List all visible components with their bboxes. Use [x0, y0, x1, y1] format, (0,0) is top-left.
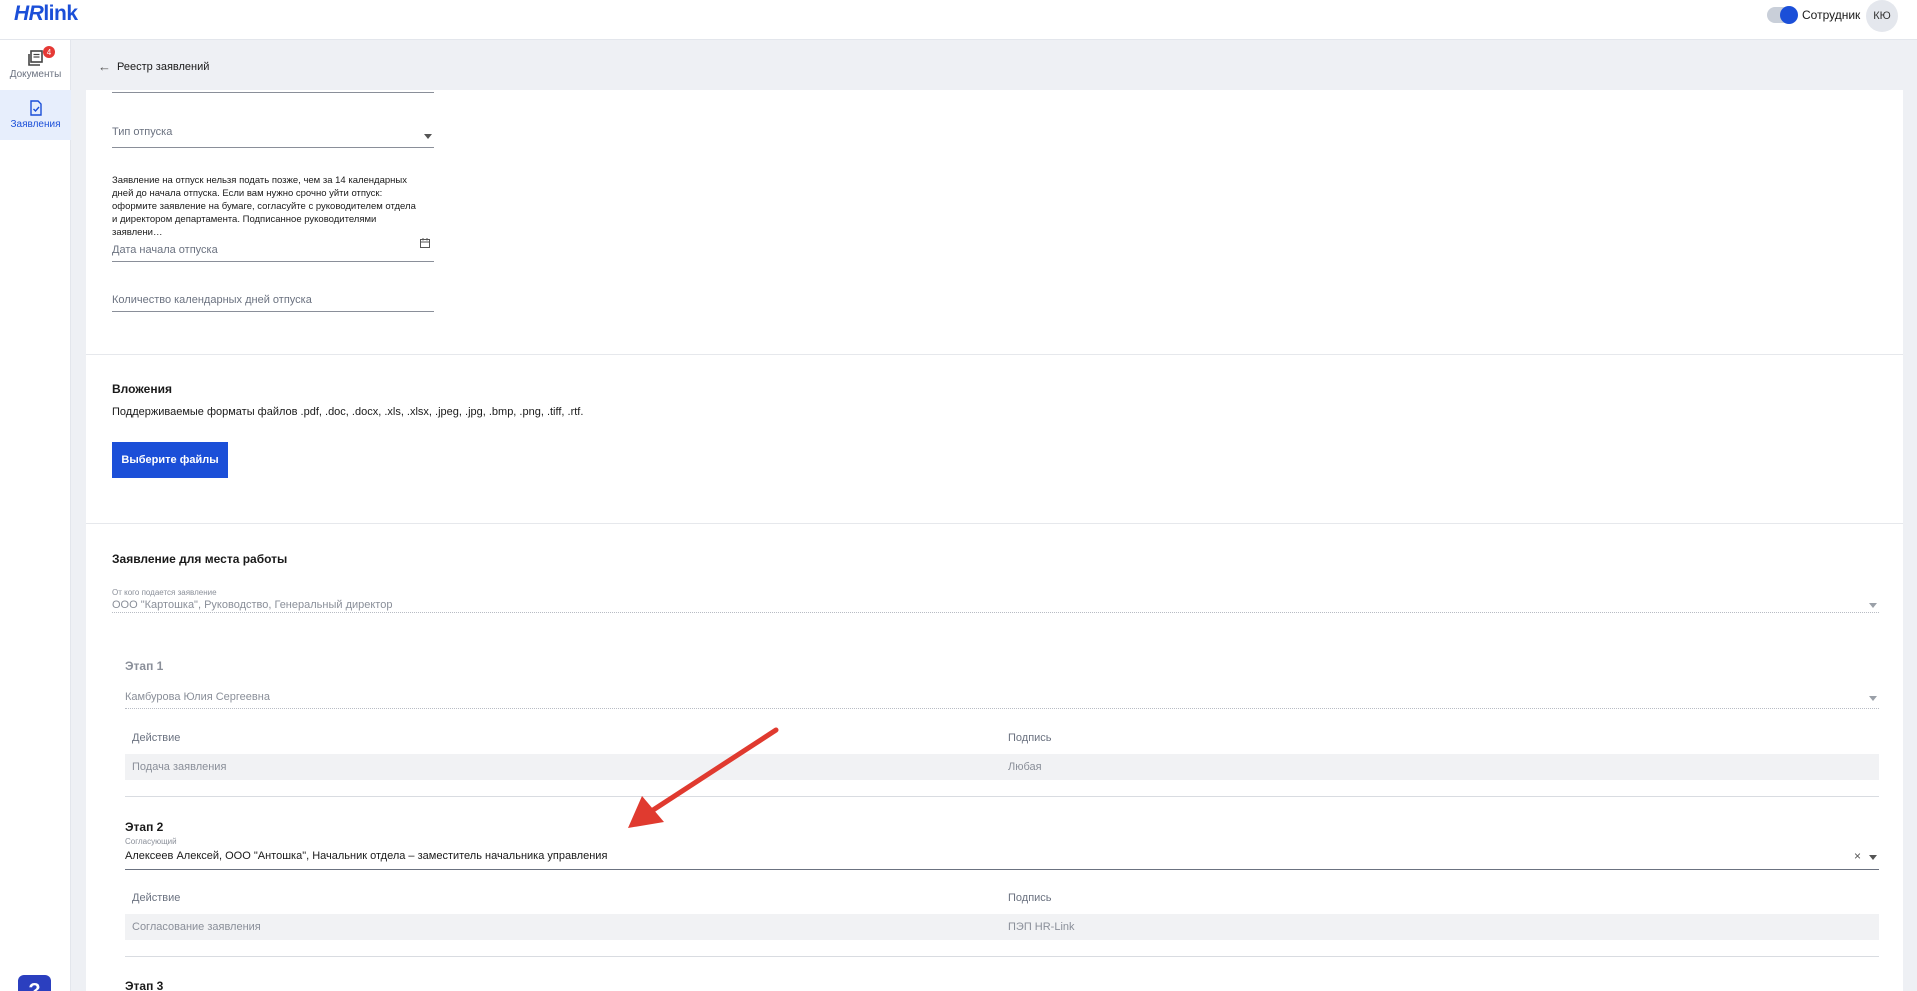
avatar[interactable]: КЮ — [1866, 0, 1898, 32]
attachments-formats: Поддерживаемые форматы файлов .pdf, .doc… — [112, 406, 584, 418]
back-to-registry-link[interactable]: ← Реестр заявлений — [98, 59, 209, 74]
chevron-down-icon — [1869, 696, 1877, 701]
stage-1-person: Камбурова Юлия Сергеевна — [125, 691, 270, 703]
stage-2-action: Согласование заявления — [132, 921, 261, 933]
workplace-section-title: Заявление для места работы — [112, 552, 288, 566]
stage-1-person-select: Камбурова Юлия Сергеевна — [125, 690, 1879, 709]
stage-2-approver-select[interactable]: Согласующий Алексеев Алексей, ООО "Антош… — [125, 837, 1879, 870]
role-toggle[interactable] — [1767, 6, 1798, 24]
application-icon — [29, 100, 42, 116]
column-header-action: Действие — [132, 732, 181, 744]
stage-divider — [125, 956, 1879, 957]
role-label: Сотрудник — [1802, 8, 1861, 22]
approver-label: Согласующий — [125, 837, 177, 846]
stage-divider — [125, 796, 1879, 797]
logo-hr-text: HR — [14, 2, 44, 25]
annotation-arrow — [628, 727, 779, 828]
back-link-label: Реестр заявлений — [117, 60, 210, 73]
clear-icon[interactable]: × — [1854, 849, 1861, 863]
attachments-title: Вложения — [112, 382, 172, 396]
section-divider — [86, 523, 1903, 524]
table-row: Подача заявления Любая — [125, 754, 1879, 780]
column-header-signature: Подпись — [1008, 732, 1052, 744]
vacation-notice-text: Заявление на отпуск нельзя подать позже,… — [112, 175, 416, 238]
top-bar: HRlink Сотрудник КЮ — [0, 0, 1917, 40]
chevron-down-icon — [424, 134, 432, 139]
applicant-value: ООО "Картошка", Руководство, Генеральный… — [112, 599, 393, 611]
logo-link-text: link — [43, 2, 78, 25]
hrlink-logo[interactable]: HRlink — [14, 2, 78, 26]
documents-icon — [27, 50, 43, 66]
chevron-down-icon — [1869, 603, 1877, 608]
stage-2-title: Этап 2 — [125, 820, 164, 834]
stage-1-action: Подача заявления — [132, 761, 227, 773]
column-header-signature: Подпись — [1008, 892, 1052, 904]
column-header-action: Действие — [132, 892, 181, 904]
chevron-down-icon[interactable] — [1869, 855, 1877, 860]
vacation-type-label: Тип отпуска — [112, 126, 173, 138]
days-count-field[interactable]: Количество календарных дней отпуска — [112, 288, 434, 312]
sidebar: Документы 4 Заявления ? — [0, 40, 71, 991]
stage-3-title: Этап 3 — [125, 979, 164, 991]
toggle-knob — [1780, 6, 1798, 24]
table-row: Согласование заявления ПЭП HR-Link — [125, 914, 1879, 940]
days-count-label: Количество календарных дней отпуска — [112, 294, 312, 306]
start-date-field[interactable]: Дата начала отпуска — [112, 238, 434, 262]
sidebar-item-label: Заявления — [10, 119, 61, 130]
stage-1-signature: Любая — [1008, 761, 1042, 773]
stage-2-signature: ПЭП HR-Link — [1008, 921, 1075, 933]
sidebar-item-applications[interactable]: Заявления — [0, 90, 71, 140]
arrow-left-icon: ← — [98, 59, 111, 74]
choose-files-button[interactable]: Выберите файлы — [112, 442, 228, 478]
help-button[interactable]: ? — [18, 975, 51, 991]
calendar-icon[interactable] — [420, 238, 430, 248]
sidebar-item-documents[interactable]: Документы 4 — [0, 40, 71, 90]
application-form-card: Тип отпуска Заявление на отпуск нельзя п… — [86, 90, 1903, 991]
sidebar-item-label: Документы — [9, 69, 62, 80]
stage-1-title: Этап 1 — [125, 659, 164, 673]
start-date-label: Дата начала отпуска — [112, 244, 218, 256]
applicant-select: От кого подается заявление ООО "Картошка… — [112, 588, 1879, 613]
vacation-type-select[interactable]: Тип отпуска — [112, 124, 434, 148]
previous-field-underline — [112, 90, 434, 93]
notification-badge: 4 — [43, 46, 55, 58]
applicant-label: От кого подается заявление — [112, 588, 217, 597]
stage-2-approver: Алексеев Алексей, ООО "Антошка", Начальн… — [125, 850, 608, 862]
section-divider — [86, 354, 1903, 355]
